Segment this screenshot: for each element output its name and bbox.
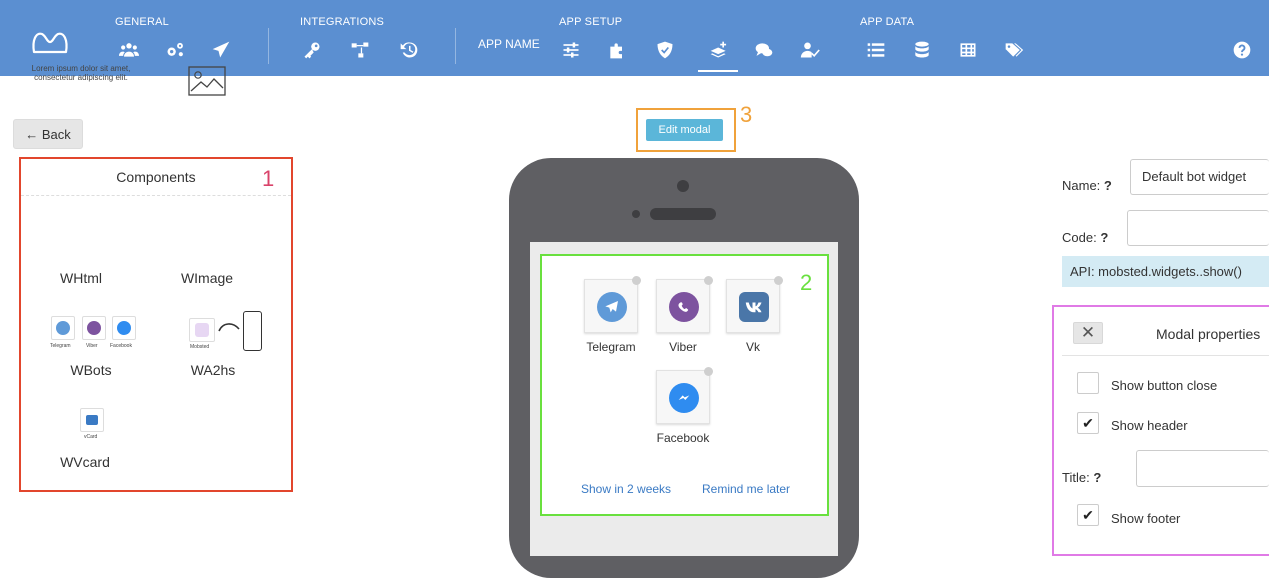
show-button-close-label: Show button close [1111, 378, 1218, 393]
nav-separator [455, 28, 456, 64]
help-mark[interactable]: ? [1093, 470, 1101, 485]
nav-separator [268, 28, 269, 64]
app-mini-icon [189, 318, 215, 342]
network-icon[interactable] [346, 36, 374, 64]
code-label: Code: ? [1062, 230, 1109, 245]
mini-caption: vCard [84, 434, 98, 440]
table-icon[interactable] [954, 36, 982, 64]
nav-section-integrations: INTEGRATIONS [300, 16, 385, 28]
modal-properties-title: Modal properties [1156, 326, 1261, 342]
remind-me-later-link[interactable]: Remind me later [702, 482, 790, 496]
arrow-icon [218, 323, 240, 332]
shield-icon[interactable] [651, 36, 679, 64]
chat-icon[interactable] [750, 36, 778, 64]
messenger-icon [669, 383, 699, 413]
viber-mini-icon [82, 316, 106, 340]
mini-caption: Viber [86, 343, 98, 349]
back-button[interactable]: ← Back [13, 119, 83, 149]
close-icon[interactable]: ✕ [1073, 322, 1103, 344]
nav-section-general: GENERAL [115, 16, 169, 28]
component-wimage[interactable]: WImage [152, 270, 262, 286]
logo-icon[interactable] [30, 28, 70, 56]
nav-section-app-data: APP DATA [860, 16, 915, 28]
help-icon[interactable] [1228, 36, 1256, 64]
mini-caption: Telegram [50, 343, 71, 349]
vk-tile[interactable] [726, 276, 783, 333]
code-input[interactable] [1127, 210, 1269, 246]
annotation-number-1: 1 [262, 166, 275, 191]
app-name[interactable]: APP NAME [478, 37, 540, 51]
viber-tile[interactable] [656, 276, 713, 333]
mini-caption: Mobsted [190, 344, 210, 350]
phone-sensor [632, 210, 640, 218]
telegram-tile[interactable] [584, 276, 641, 333]
mini-caption: Facebook [110, 343, 132, 349]
viber-label: Viber [669, 340, 697, 354]
components-title: Components [21, 159, 291, 196]
vcard-mini-icon [80, 408, 104, 432]
image-icon[interactable] [188, 66, 226, 96]
users-icon[interactable] [115, 36, 143, 64]
vk-icon [739, 292, 769, 322]
history-icon[interactable] [395, 36, 423, 64]
phone-speaker [650, 208, 716, 220]
viber-icon [669, 292, 699, 322]
component-wa2hs[interactable]: WA2hs [158, 362, 268, 378]
facebook-label: Facebook [656, 431, 710, 445]
facebook-mini-icon [112, 316, 136, 340]
layers-plus-icon[interactable] [705, 36, 733, 64]
telegram-label: Telegram [586, 340, 636, 354]
vk-label: Vk [745, 340, 760, 354]
phone-mini-icon [243, 311, 262, 351]
show-footer-label: Show footer [1111, 511, 1181, 526]
api-info-bar: API: mobsted.widgets..show() [1062, 256, 1269, 287]
show-button-close-checkbox[interactable] [1077, 372, 1099, 394]
puzzle-icon[interactable] [603, 36, 631, 64]
phone-camera [677, 180, 689, 192]
edit-modal-button[interactable]: Edit modal [646, 119, 723, 141]
list-icon[interactable] [862, 36, 890, 64]
key-icon[interactable] [298, 36, 326, 64]
checkmark-icon: ✔ [1082, 414, 1094, 431]
telegram-icon [597, 292, 627, 322]
help-mark[interactable]: ? [1100, 230, 1108, 245]
help-mark[interactable]: ? [1104, 178, 1112, 193]
show-in-2-weeks-link[interactable]: Show in 2 weeks [581, 482, 671, 496]
annotation-number-2: 2 [800, 270, 813, 295]
nav-section-app-setup: APP SETUP [559, 16, 623, 28]
annotation-number-3: 3 [740, 102, 753, 127]
facebook-tile[interactable] [656, 367, 713, 424]
component-whtml[interactable]: WHtml [26, 270, 136, 286]
database-icon[interactable] [908, 36, 936, 64]
sliders-icon[interactable] [557, 36, 585, 64]
component-wbots[interactable]: WBots [36, 362, 146, 378]
tags-icon[interactable] [1000, 36, 1028, 64]
telegram-mini-icon [51, 316, 75, 340]
show-footer-checkbox[interactable]: ✔ [1077, 504, 1099, 526]
title-input[interactable] [1136, 450, 1269, 487]
active-tab-indicator [698, 70, 738, 72]
show-header-checkbox[interactable]: ✔ [1077, 412, 1099, 434]
name-label: Name: ? [1062, 178, 1112, 193]
component-wvcard[interactable]: WVcard [30, 454, 140, 470]
gears-icon[interactable] [161, 36, 189, 64]
title-label: Title: ? [1062, 470, 1102, 485]
top-navigation-bar [0, 0, 1269, 76]
whtml-preview-text: Lorem ipsum dolor sit amet, consectetur … [31, 64, 131, 82]
checkmark-icon: ✔ [1082, 506, 1094, 523]
name-input[interactable]: Default bot widget [1130, 159, 1269, 195]
send-icon[interactable] [207, 36, 235, 64]
user-check-icon[interactable] [796, 36, 824, 64]
show-header-label: Show header [1111, 418, 1188, 433]
